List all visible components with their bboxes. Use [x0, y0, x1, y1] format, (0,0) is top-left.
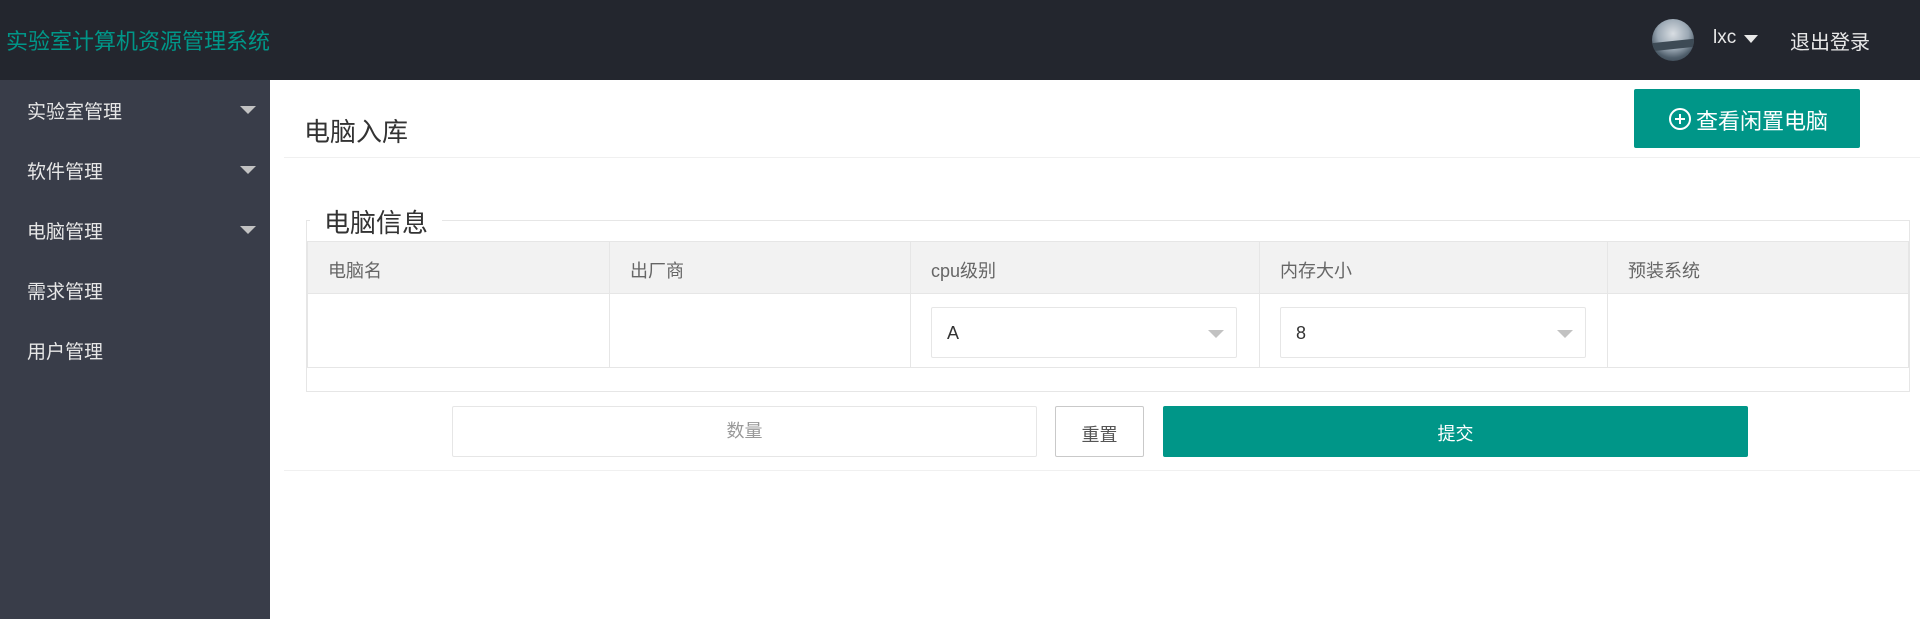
username[interactable]: lxc: [1713, 27, 1736, 49]
sidebar-item-label: 需求管理: [27, 282, 104, 303]
logout-link[interactable]: 退出登录: [1790, 26, 1870, 55]
column-header-computer-name: 电脑名: [308, 242, 610, 294]
reset-button[interactable]: 重置: [1055, 406, 1144, 457]
column-header-label: 电脑名: [328, 261, 382, 281]
column-header-label: 出厂商: [630, 261, 684, 281]
cell-computer-name[interactable]: [308, 294, 610, 367]
top-header: 实验室计算机资源管理系统 lxc 退出登录: [0, 0, 1920, 80]
cell-preinstalled-os[interactable]: [1608, 294, 1908, 367]
column-header-preinstalled-os: 预装系统: [1608, 242, 1908, 294]
cpu-level-select[interactable]: A: [931, 307, 1237, 358]
main-content: 电脑入库 查看闲置电脑 电脑信息 电脑名 出厂商 cpu级别 内存大小 预装系统…: [270, 80, 1920, 619]
table-header-row: 电脑名 出厂商 cpu级别 内存大小 预装系统: [308, 242, 1908, 294]
column-header-label: cpu级别: [931, 261, 997, 281]
memory-size-select[interactable]: 8: [1280, 307, 1586, 358]
fieldset-legend-text: 电脑信息: [324, 208, 429, 238]
divider: [284, 157, 1920, 158]
column-header-manufacturer: 出厂商: [610, 242, 911, 294]
column-header-label: 内存大小: [1280, 261, 1352, 281]
view-idle-computers-button[interactable]: 查看闲置电脑: [1634, 89, 1860, 148]
quantity-input[interactable]: [452, 406, 1037, 457]
submit-button[interactable]: 提交: [1163, 406, 1748, 457]
sidebar-item-software-management[interactable]: 软件管理: [0, 140, 270, 200]
cell-cpu-level: A: [911, 294, 1260, 367]
chevron-down-icon[interactable]: [1744, 35, 1758, 43]
chevron-down-icon: [1208, 330, 1224, 338]
fieldset-legend: 电脑信息: [310, 203, 443, 240]
avatar[interactable]: [1652, 19, 1694, 61]
submit-button-label: 提交: [1437, 424, 1474, 444]
sidebar-item-user-management[interactable]: 用户管理: [0, 320, 270, 380]
plus-circle-icon: [1669, 108, 1691, 130]
sidebar-item-computer-management[interactable]: 电脑管理: [0, 200, 270, 260]
column-header-label: 预装系统: [1628, 261, 1700, 281]
chevron-down-icon: [1557, 330, 1573, 338]
sidebar-item-label: 软件管理: [27, 162, 104, 183]
app-title: 实验室计算机资源管理系统: [6, 29, 271, 54]
reset-button-label: 重置: [1081, 425, 1118, 445]
computer-info-table: 电脑名 出厂商 cpu级别 内存大小 预装系统 A 8: [307, 241, 1909, 368]
column-header-memory-size: 内存大小: [1260, 242, 1608, 294]
sidebar-item-label: 用户管理: [27, 342, 104, 363]
chevron-down-icon: [240, 226, 256, 234]
view-idle-computers-label: 查看闲置电脑: [1696, 109, 1829, 134]
page-title: 电脑入库: [304, 117, 409, 147]
cpu-level-value: A: [947, 323, 960, 343]
cell-manufacturer[interactable]: [610, 294, 911, 367]
sidebar-item-label: 实验室管理: [27, 102, 123, 123]
chevron-down-icon: [240, 166, 256, 174]
cell-memory-size: 8: [1260, 294, 1608, 367]
sidebar-item-label: 电脑管理: [27, 222, 104, 243]
memory-size-value: 8: [1296, 323, 1307, 343]
chevron-down-icon: [240, 106, 256, 114]
sidebar: 实验室管理 软件管理 电脑管理 需求管理 用户管理: [0, 80, 270, 619]
column-header-cpu-level: cpu级别: [911, 242, 1260, 294]
divider: [284, 470, 1920, 471]
sidebar-item-lab-management[interactable]: 实验室管理: [0, 80, 270, 140]
sidebar-item-request-management[interactable]: 需求管理: [0, 260, 270, 320]
